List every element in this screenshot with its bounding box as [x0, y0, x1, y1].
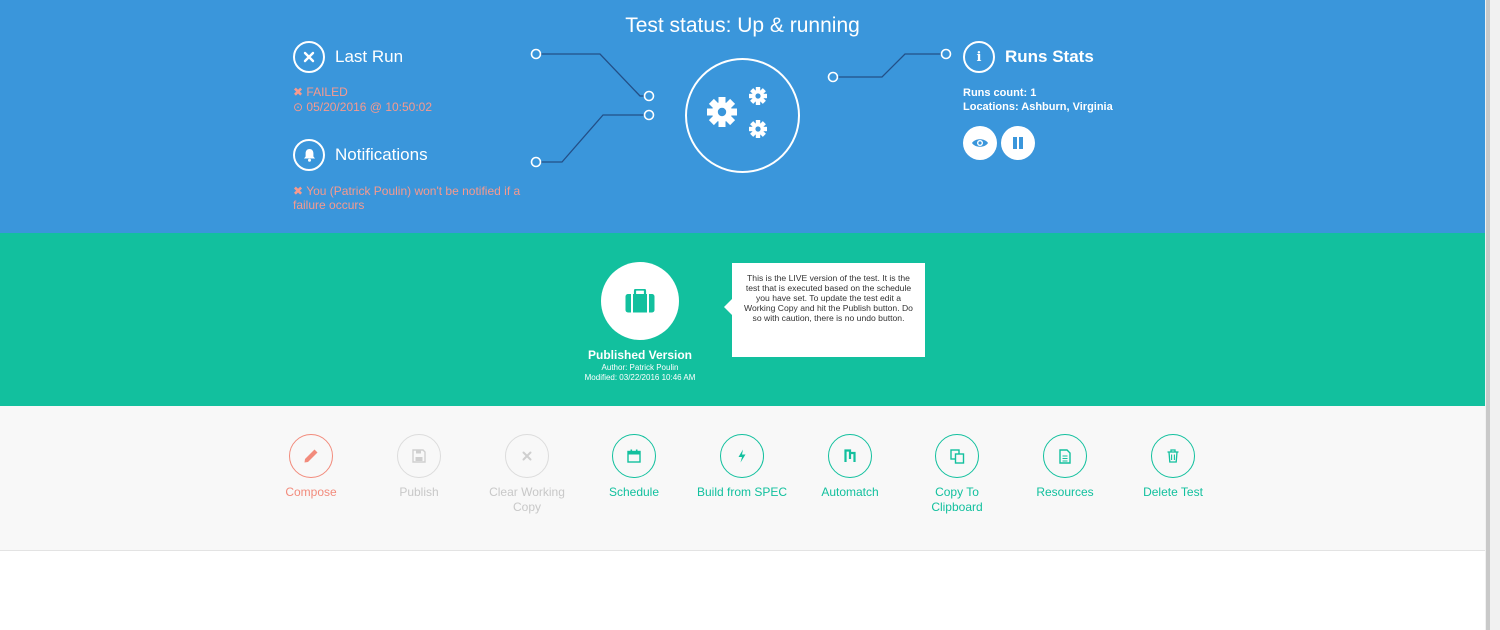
bell-icon	[293, 139, 325, 171]
calendar-icon	[627, 449, 641, 463]
published-version-title: Published Version	[587, 348, 693, 362]
runs-count: Runs count: 1	[963, 87, 1037, 99]
resources-label: Resources	[1036, 485, 1094, 499]
copy-to-clipboard-label: Copy To Clipboard	[931, 485, 983, 514]
published-version-button[interactable]	[601, 262, 679, 340]
status-panel: Test status: Up & running Last Run ✖ FAI…	[0, 0, 1485, 233]
notifications-title: Notifications	[335, 145, 428, 164]
view-runs-button[interactable]	[963, 126, 997, 160]
copy-to-clipboard-button[interactable]: Copy To Clipboard	[907, 434, 1007, 515]
published-version-tooltip: This is the LIVE version of the test. It…	[732, 263, 925, 357]
last-run-timestamp: ⊙ 05/20/2016 @ 10:50:02	[293, 100, 433, 114]
publish-icon-circle	[397, 434, 441, 478]
runs-locations: Locations: Ashburn, Virginia	[963, 101, 1113, 113]
delete-icon-circle	[1151, 434, 1195, 478]
trash-icon	[1167, 449, 1179, 463]
copy-icon	[949, 448, 964, 464]
times-icon: ✖	[293, 85, 304, 99]
delete-test-label: Delete Test	[1143, 485, 1203, 499]
automatch-label: Automatch	[821, 485, 879, 499]
clear-working-copy-label: Clear Working Copy	[489, 485, 565, 514]
build-from-spec-button[interactable]: Build from SPEC	[692, 434, 792, 500]
file-icon	[1059, 448, 1071, 464]
times-icon	[293, 41, 325, 73]
build-icon-circle	[720, 434, 764, 478]
notifications-message: ✖ You (Patrick Poulin) won't be notified…	[293, 184, 521, 212]
runs-stats-title: Runs Stats	[1005, 47, 1094, 66]
bolt-icon	[738, 449, 746, 463]
resources-icon-circle	[1043, 434, 1087, 478]
pencil-icon	[304, 449, 318, 463]
last-run-title: Last Run	[335, 47, 404, 66]
save-icon	[412, 449, 426, 463]
delete-test-button[interactable]: Delete Test	[1123, 434, 1223, 500]
resources-button[interactable]: Resources	[1015, 434, 1115, 500]
times-icon: ✖	[293, 184, 304, 198]
compose-button[interactable]: Compose	[261, 434, 361, 500]
compose-icon-circle	[289, 434, 333, 478]
pause-test-button[interactable]	[1001, 126, 1035, 160]
clock-icon: ⊙	[293, 100, 304, 114]
scrollbar-thumb[interactable]	[1486, 0, 1490, 630]
clear-working-copy-button[interactable]: Clear Working Copy	[477, 434, 577, 515]
build-from-spec-label: Build from SPEC	[696, 485, 788, 499]
automatch-icon-circle	[828, 434, 872, 478]
gears-icon	[685, 58, 800, 173]
schedule-label: Schedule	[608, 485, 660, 499]
last-run-result: ✖ FAILED	[293, 85, 348, 99]
publish-button[interactable]: Publish	[369, 434, 469, 500]
times-icon	[522, 451, 532, 461]
tooltip-arrow	[724, 299, 732, 315]
publish-label: Publish	[399, 485, 439, 499]
automatch-button[interactable]: Automatch	[800, 434, 900, 500]
briefcase-icon	[625, 289, 655, 313]
pause-icon	[1013, 137, 1023, 149]
clear-icon-circle	[505, 434, 549, 478]
schedule-button[interactable]: Schedule	[584, 434, 684, 500]
published-version-modified: Modified: 03/22/2016 10:46 AM	[584, 373, 696, 382]
eye-icon	[972, 139, 988, 147]
schedule-icon-circle	[612, 434, 656, 478]
published-version-author: Author: Patrick Poulin	[601, 363, 679, 372]
info-icon: i	[963, 41, 995, 73]
compose-label: Compose	[285, 485, 337, 499]
copy-icon-circle	[935, 434, 979, 478]
automatch-icon	[844, 449, 856, 462]
